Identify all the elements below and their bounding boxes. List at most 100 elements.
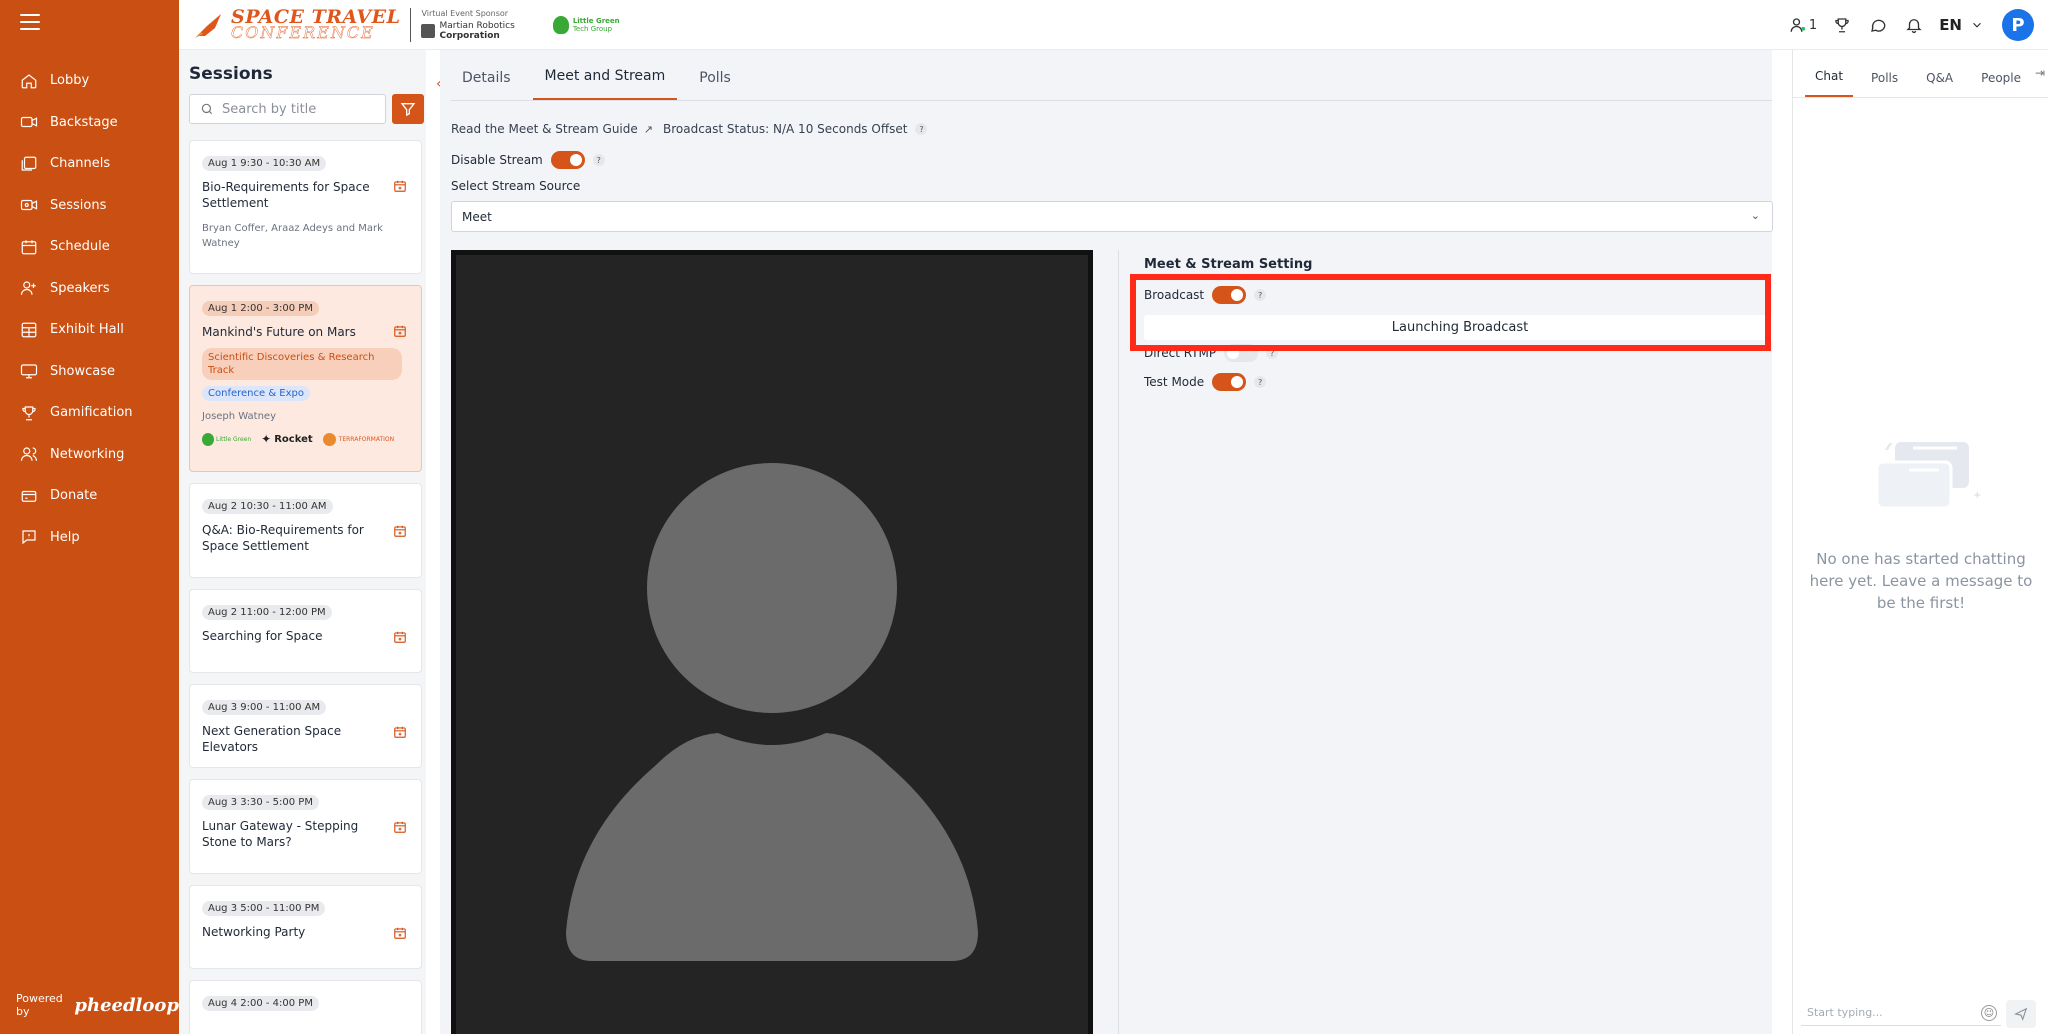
disable-stream-label: Disable Stream xyxy=(451,153,543,167)
nav-item-schedule[interactable]: Schedule xyxy=(0,226,179,268)
people-online-count: 1 xyxy=(1808,17,1818,33)
session-card[interactable]: Aug 3 9:00 - 11:00 AM Next Generation Sp… xyxy=(189,684,422,768)
collapse-panel-icon[interactable]: ⇥ xyxy=(2035,66,2045,80)
send-button[interactable] xyxy=(2006,1000,2036,1028)
sponsor-terraformation[interactable]: TERRAFORMATION xyxy=(322,432,395,446)
nav-item-donate[interactable]: Donate xyxy=(0,475,179,517)
sessions-title: Sessions xyxy=(189,64,273,84)
session-title: Networking Party xyxy=(202,925,306,939)
planet-icon xyxy=(322,432,336,446)
help-icon[interactable]: ? xyxy=(592,154,605,166)
tab-meet-and-stream[interactable]: Meet and Stream xyxy=(532,68,678,100)
nav-item-channels[interactable]: Channels xyxy=(0,143,179,185)
sponsor-c-name: TERRAFORMATION xyxy=(338,435,395,443)
search-input[interactable] xyxy=(222,101,372,117)
nav-item-label: Lobby xyxy=(50,73,90,89)
nav-item-label: Donate xyxy=(50,488,98,504)
help-icon xyxy=(22,530,36,545)
add-to-calendar-icon[interactable] xyxy=(393,820,407,834)
bell-icon[interactable] xyxy=(1903,14,1925,36)
sponsor-name-1: Martian Robotics xyxy=(439,20,515,31)
filter-button[interactable] xyxy=(392,94,424,124)
session-card[interactable]: Aug 3 3:30 - 5:00 PM Lunar Gateway - Ste… xyxy=(189,779,422,874)
add-to-calendar-icon[interactable] xyxy=(393,524,407,538)
trophy-icon[interactable] xyxy=(1831,14,1853,36)
help-icon[interactable]: ? xyxy=(1254,376,1267,388)
session-card-active[interactable]: Aug 1 2:00 - 3:00 PM Mankind's Future on… xyxy=(189,285,422,472)
nav-item-label: Help xyxy=(50,529,80,545)
session-speakers: Joseph Watney xyxy=(202,411,276,422)
add-to-calendar-icon[interactable] xyxy=(393,926,407,940)
sponsor2-line2: Tech Group xyxy=(572,24,613,33)
hamburger-menu-icon[interactable] xyxy=(20,14,40,32)
session-card[interactable]: Aug 1 9:30 - 10:30 AM Bio-Requirements f… xyxy=(189,140,422,274)
sponsor-rocket[interactable]: ✦ Rocket xyxy=(261,432,313,446)
meet-stream-guide-link[interactable]: Read the Meet & Stream Guide xyxy=(451,122,638,136)
sponsor-martian-robotics: Martian Robotics Corporation xyxy=(421,20,515,41)
tab-qa[interactable]: Q&A xyxy=(1916,71,1963,97)
session-title: Searching for Space xyxy=(202,629,323,643)
monitor-icon xyxy=(20,364,38,379)
virtual-sponsor[interactable]: Virtual Event Sponsor Martian Robotics C… xyxy=(421,8,515,41)
disable-stream-toggle[interactable] xyxy=(550,151,585,169)
nav-item-backstage[interactable]: Backstage xyxy=(0,102,179,144)
tab-chat[interactable]: Chat xyxy=(1805,69,1854,97)
left-nav: Lobby Backstage Channels Sessions Schedu… xyxy=(0,0,179,1034)
nav-item-speakers[interactable]: Speakers xyxy=(0,268,179,310)
main-content: Details Meet and Stream Polls Read the M… xyxy=(440,50,1776,1034)
session-title: Next Generation Space Elevators xyxy=(202,724,342,754)
user-silhouette-icon xyxy=(566,463,978,961)
nav-item-networking[interactable]: Networking xyxy=(0,434,179,476)
stream-source-value: Meet xyxy=(462,209,492,224)
exhibit-icon xyxy=(21,322,37,338)
session-date: Aug 4 2:00 - 4:00 PM xyxy=(202,996,319,1011)
nav-item-label: Backstage xyxy=(50,114,118,130)
tree-icon xyxy=(202,432,214,446)
nav-item-label: Networking xyxy=(50,446,125,462)
sponsor-caption: Virtual Event Sponsor xyxy=(421,8,509,18)
language-selector[interactable]: EN xyxy=(1939,16,1962,34)
send-icon xyxy=(2014,1007,2028,1021)
add-to-calendar-icon[interactable] xyxy=(393,725,407,739)
chevron-down-icon[interactable] xyxy=(1966,14,1988,36)
tab-polls[interactable]: Polls xyxy=(687,70,743,100)
nav-item-exhibit-hall[interactable]: Exhibit Hall xyxy=(0,309,179,351)
sponsor-little-green[interactable]: Little Green xyxy=(202,432,251,446)
help-icon[interactable]: ? xyxy=(915,123,928,135)
tab-people[interactable]: People xyxy=(1971,71,2031,97)
chat-bubble-icon[interactable] xyxy=(1867,14,1889,36)
add-to-calendar-icon[interactable] xyxy=(393,179,407,193)
nav-item-sessions[interactable]: Sessions xyxy=(0,185,179,227)
people-online-icon[interactable] xyxy=(1787,14,1809,36)
meet-stream-setting-title: Meet & Stream Setting xyxy=(1144,257,1313,272)
add-to-calendar-icon[interactable] xyxy=(393,324,407,338)
chat-input[interactable]: Start typing... xyxy=(1801,1000,2001,1026)
rocket-logo-icon xyxy=(195,13,221,38)
external-link-icon[interactable]: ↗ xyxy=(644,123,653,136)
nav-item-gamification[interactable]: Gamification xyxy=(0,392,179,434)
user-avatar[interactable]: P xyxy=(2002,9,2034,41)
little-green-logo[interactable]: Little Green Tech Group xyxy=(552,15,620,34)
test-mode-row: Test Mode ? xyxy=(1144,373,1267,391)
tab-details[interactable]: Details xyxy=(450,70,523,100)
session-card[interactable]: Aug 3 5:00 - 11:00 PM Networking Party xyxy=(189,885,422,969)
session-list: Aug 1 9:30 - 10:30 AM Bio-Requirements f… xyxy=(189,140,422,1034)
event-logo[interactable]: SPACE TRAVEL CONFERENCE xyxy=(193,7,400,40)
nav-item-lobby[interactable]: Lobby xyxy=(0,60,179,102)
session-card[interactable]: Aug 2 10:30 - 11:00 AM Q&A: Bio-Requirem… xyxy=(189,483,422,578)
right-panel-tabs: Chat Polls Q&A People ⇥ xyxy=(1793,50,2048,98)
svg-text:⁄⁄: ⁄⁄ xyxy=(1885,442,1893,453)
test-mode-toggle[interactable] xyxy=(1212,373,1247,391)
session-card[interactable]: Aug 4 2:00 - 4:00 PM xyxy=(189,980,422,1034)
add-to-calendar-icon[interactable] xyxy=(393,630,407,644)
nav-item-help[interactable]: Help xyxy=(0,517,179,559)
filter-icon xyxy=(400,103,416,117)
tab-polls[interactable]: Polls xyxy=(1861,71,1908,97)
stream-source-select[interactable]: Meet ⌄ xyxy=(451,201,1773,232)
pheedloop-logo[interactable]: pheedloop xyxy=(74,995,179,1016)
sessions-icon xyxy=(20,200,38,211)
session-card[interactable]: Aug 2 11:00 - 12:00 PM Searching for Spa… xyxy=(189,589,422,673)
emoji-icon[interactable]: ☺ xyxy=(1981,1005,1997,1021)
svg-text:+: + xyxy=(1973,490,1981,501)
nav-item-showcase[interactable]: Showcase xyxy=(0,351,179,393)
